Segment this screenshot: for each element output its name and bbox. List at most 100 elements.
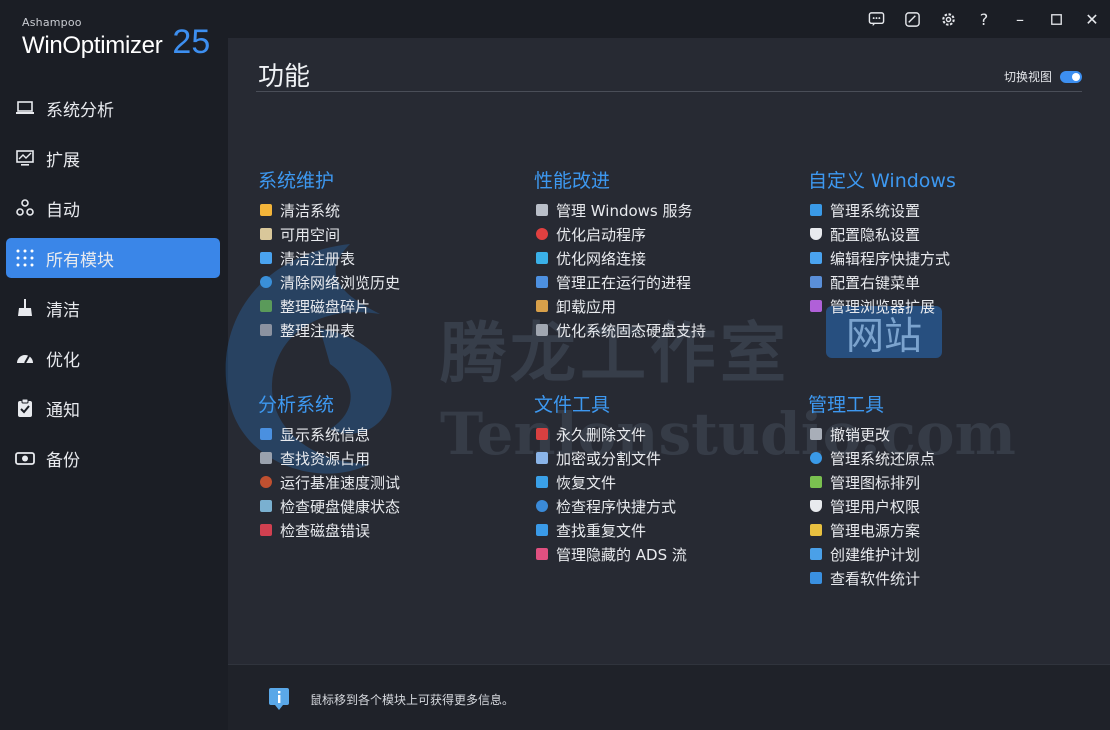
maximize-icon[interactable]	[1038, 1, 1074, 37]
module-free-space[interactable]: 可用空间	[258, 222, 518, 246]
sidebar-item-label: 清洁	[46, 300, 80, 321]
module-defrag-disk[interactable]: 整理磁盘碎片	[258, 294, 518, 318]
module-process-manager[interactable]: 管理正在运行的进程	[534, 270, 794, 294]
minimize-icon[interactable]: –	[1002, 1, 1038, 37]
gauge-icon	[14, 347, 36, 369]
defrag-icon	[260, 300, 272, 312]
group-performance: 性能改进 管理 Windows 服务 优化启动程序 优化网络连接 管理正在运行的…	[534, 166, 794, 342]
uninstall-box-icon	[536, 300, 548, 312]
group-title: 管理工具	[808, 394, 885, 416]
brand-product: WinOptimizer	[22, 32, 163, 59]
module-clean-registry[interactable]: 清洁注册表	[258, 246, 518, 270]
ads-file-icon	[536, 548, 548, 560]
duplicate-file-icon	[536, 524, 548, 536]
services-gear-icon	[536, 204, 548, 216]
module-icon-saver[interactable]: 管理图标排列	[808, 470, 1068, 494]
info-icon	[269, 688, 289, 710]
settings-gear-icon[interactable]	[930, 1, 966, 37]
sidebar-item-label: 通知	[46, 400, 80, 421]
laptop-icon	[14, 97, 36, 119]
module-browser-extensions[interactable]: 管理浏览器扩展	[808, 294, 1068, 318]
module-ads-streams[interactable]: 管理隐藏的 ADS 流	[534, 542, 794, 566]
backup-drive-icon	[14, 447, 36, 469]
group-admin-tools: 管理工具 撤销更改 管理系统还原点 管理图标排列 管理用户权限 管理电源方案 创…	[808, 390, 1068, 590]
module-file-wiper[interactable]: 永久删除文件	[534, 422, 794, 446]
group-system-maintenance: 系统维护 清洁系统 可用空间 清洁注册表 清除网络浏览历史 整理磁盘碎片 整理注…	[258, 166, 518, 342]
module-privacy-settings[interactable]: 配置隐私设置	[808, 222, 1068, 246]
group-title: 文件工具	[534, 394, 611, 416]
feedback-icon[interactable]	[858, 1, 894, 37]
module-system-settings[interactable]: 管理系统设置	[808, 198, 1068, 222]
view-toggle[interactable]: 切换视图	[1004, 68, 1082, 85]
help-icon[interactable]: ?	[966, 1, 1002, 37]
clipboard-check-icon	[14, 397, 36, 419]
group-title: 系统维护	[258, 170, 335, 192]
module-ssd-tuner[interactable]: 优化系统固态硬盘支持	[534, 318, 794, 342]
group-title: 分析系统	[258, 394, 335, 416]
broom-icon	[14, 297, 36, 319]
module-drive-health[interactable]: 检查硬盘健康状态	[258, 494, 518, 518]
globe-icon	[260, 276, 272, 288]
disk-error-icon	[260, 524, 272, 536]
module-internet-tuner[interactable]: 优化网络连接	[534, 246, 794, 270]
brand-version: 25	[172, 23, 211, 61]
sidebar-item-optimize[interactable]: 优化	[6, 338, 220, 378]
module-encrypt-split[interactable]: 加密或分割文件	[534, 446, 794, 470]
sidebar-nav: 系统分析 扩展 自动 所有模块 清洁 优化 通知 备份	[6, 88, 220, 488]
module-clear-browsing-history[interactable]: 清除网络浏览历史	[258, 270, 518, 294]
module-startup-tuner[interactable]: 优化启动程序	[534, 222, 794, 246]
module-clean-system[interactable]: 清洁系统	[258, 198, 518, 222]
group-file-tools: 文件工具 永久删除文件 加密或分割文件 恢复文件 检查程序快捷方式 查找重复文件…	[534, 390, 794, 566]
module-context-menu[interactable]: 配置右键菜单	[808, 270, 1068, 294]
module-resource-hogs[interactable]: 查找资源占用	[258, 446, 518, 470]
view-toggle-switch[interactable]	[1060, 70, 1082, 83]
module-manage-services[interactable]: 管理 Windows 服务	[534, 198, 794, 222]
close-icon[interactable]: ✕	[1074, 1, 1110, 37]
page-title: 功能	[258, 62, 311, 92]
sidebar-item-label: 系统分析	[46, 100, 114, 121]
module-system-information[interactable]: 显示系统信息	[258, 422, 518, 446]
schedule-icon	[810, 548, 822, 560]
group-analyze-system: 分析系统 显示系统信息 查找资源占用 运行基准速度测试 检查硬盘健康状态 检查磁…	[258, 390, 518, 542]
ssd-icon	[536, 324, 548, 336]
restore-file-icon	[536, 476, 548, 488]
module-disk-check[interactable]: 检查磁盘错误	[258, 518, 518, 542]
module-duplicate-finder[interactable]: 查找重复文件	[534, 518, 794, 542]
sidebar-item-label: 扩展	[46, 150, 80, 171]
module-task-scheduler[interactable]: 创建维护计划	[808, 542, 1068, 566]
module-user-rights[interactable]: 管理用户权限	[808, 494, 1068, 518]
system-info-icon	[260, 428, 272, 440]
module-defrag-registry[interactable]: 整理注册表	[258, 318, 518, 342]
sidebar-item-label: 优化	[46, 350, 80, 371]
module-uninstall-apps[interactable]: 卸载应用	[534, 294, 794, 318]
view-toggle-label: 切换视图	[1003, 70, 1052, 84]
title-divider	[256, 91, 1082, 92]
module-power-plans[interactable]: 管理电源方案	[808, 518, 1068, 542]
module-software-statistics[interactable]: 查看软件统计	[808, 566, 1068, 590]
registry-icon	[260, 252, 272, 264]
sidebar-item-system-analysis[interactable]: 系统分析	[6, 88, 220, 128]
sidebar-item-notifications[interactable]: 通知	[6, 388, 220, 428]
sidebar-item-backup[interactable]: 备份	[6, 438, 220, 478]
restore-point-icon	[810, 452, 822, 464]
module-benchmark[interactable]: 运行基准速度测试	[258, 470, 518, 494]
sidebar-item-all-modules[interactable]: 所有模块	[6, 238, 220, 278]
module-link-checker[interactable]: 检查程序快捷方式	[534, 494, 794, 518]
module-edit-shortcuts[interactable]: 编辑程序快捷方式	[808, 246, 1068, 270]
module-undeleter[interactable]: 恢复文件	[534, 470, 794, 494]
sidebar-item-clean[interactable]: 清洁	[6, 288, 220, 328]
module-undo-changes[interactable]: 撤销更改	[808, 422, 1068, 446]
window-settings-icon	[810, 204, 822, 216]
skin-icon[interactable]	[894, 1, 930, 37]
module-restore-points[interactable]: 管理系统还原点	[808, 446, 1068, 470]
process-icon	[536, 276, 548, 288]
sidebar-item-label: 所有模块	[46, 250, 114, 271]
sidebar-item-automatic[interactable]: 自动	[6, 188, 220, 228]
encrypt-file-icon	[536, 452, 548, 464]
monitor-chart-icon	[14, 147, 36, 169]
laptop-icon	[260, 452, 272, 464]
sidebar-item-extensions[interactable]: 扩展	[6, 138, 220, 178]
link-icon	[536, 500, 548, 512]
automation-icon	[14, 197, 36, 219]
power-icon	[536, 228, 548, 240]
